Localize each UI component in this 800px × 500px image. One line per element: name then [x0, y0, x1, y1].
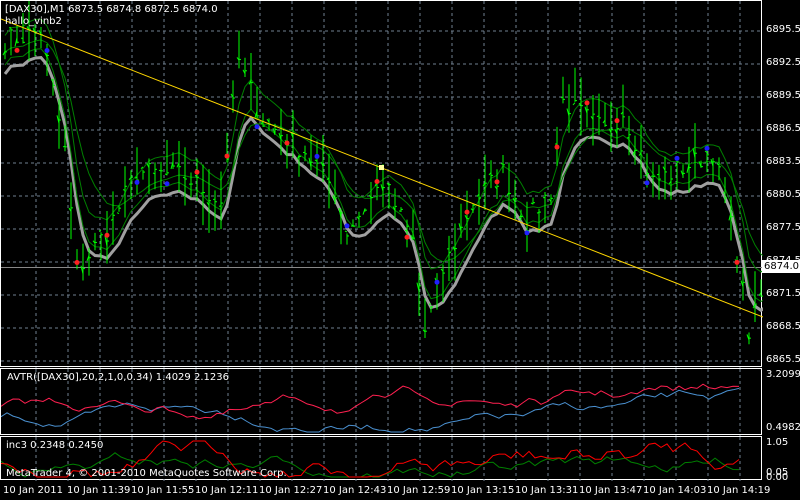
signal-dot: [614, 118, 620, 124]
price-tick: 6883.5: [766, 156, 800, 167]
signal-dot: [104, 232, 110, 238]
time-tick: 10 Jan 2011: [3, 485, 63, 496]
symbol-ohlc: [DAX30],M1 6873.5 6874.8 6872.5 6874.0: [5, 4, 218, 15]
main-chart[interactable]: [DAX30],M1 6873.5 6874.8 6872.5 6874.0 h…: [0, 0, 763, 368]
trendline-handle: [379, 165, 384, 170]
bar-open-tick: [722, 191, 726, 194]
signal-dot: [584, 100, 590, 106]
inc3-axis-max: 1.05: [766, 437, 789, 448]
price-tick: 6871.5: [766, 288, 800, 299]
inc3-axis-min: 0.00: [766, 472, 789, 483]
bar-open-tick: [344, 230, 348, 233]
signal-dot: [344, 223, 350, 229]
moving-average-slow: [4, 39, 763, 263]
signal-dot: [224, 153, 230, 159]
signal-dot: [524, 230, 530, 236]
avtr-subwindow[interactable]: AVTR([DAX30],20,2,1,0,0.34) 1.4029 2.123…: [0, 368, 762, 436]
signal-dot: [44, 47, 50, 53]
time-tick: 10 Jan 11:39: [67, 485, 131, 496]
time-tick: 10 Jan 12:43: [323, 485, 387, 496]
time-tick: 10 Jan 14:19: [707, 485, 771, 496]
price-chart-canvas: [1, 1, 763, 368]
current-price-label: 6874.0: [762, 260, 800, 273]
avtr-label: AVTR([DAX30],20,2,1,0,0.34) 1.4029 2.123…: [7, 372, 229, 383]
bar-open-tick: [572, 102, 576, 106]
bar-open-tick: [362, 208, 366, 215]
bar-open-tick: [500, 163, 504, 165]
signal-dot: [374, 178, 380, 184]
signal-dot: [194, 169, 200, 175]
price-tick: 6886.5: [766, 123, 800, 134]
time-tick: 10 Jan 13:47: [579, 485, 643, 496]
price-tick: 6895.5: [766, 24, 800, 35]
signal-dot: [164, 181, 170, 187]
price-tick: 6880.5: [766, 189, 800, 200]
time-tick: 10 Jan 13:31: [515, 485, 579, 496]
bar-open-tick: [536, 212, 540, 214]
avtr-axis-max: 3.2099: [766, 369, 800, 380]
price-tick: 6868.5: [766, 321, 800, 332]
signal-dot: [494, 179, 500, 185]
avtr-line-blue: [1, 387, 740, 433]
bar-open-tick: [656, 173, 660, 176]
signal-dot: [14, 47, 20, 53]
signal-dot: [674, 155, 680, 161]
avtr-line-red: [1, 383, 740, 420]
time-tick: 10 Jan 12:59: [387, 485, 451, 496]
signal-dot: [644, 180, 650, 186]
price-tick: 6865.5: [766, 354, 800, 365]
time-tick: 10 Jan 14:03: [643, 485, 707, 496]
indicator-name: hallo_vinb2: [5, 16, 62, 27]
signal-dot: [314, 153, 320, 159]
bar-open-tick: [122, 189, 126, 191]
signal-dot: [734, 259, 740, 265]
bar-open-tick: [200, 192, 204, 194]
inc3-subwindow[interactable]: inc3 0.2348 0.2450 MetaTrader 4, © 2001-…: [0, 436, 762, 481]
time-tick: 10 Jan 11:55: [131, 485, 195, 496]
avtr-axis-min: 0.4982: [766, 422, 800, 433]
price-tick: 6892.5: [766, 57, 800, 68]
bar-open-tick: [116, 212, 120, 215]
bar-open-tick: [98, 229, 102, 232]
signal-dot: [464, 209, 470, 215]
signal-dot: [254, 124, 260, 130]
time-tick: 10 Jan 13:15: [451, 485, 515, 496]
copyright: MetaTrader 4, © 2001-2010 MetaQuotes Sof…: [6, 468, 287, 479]
inc3-label: inc3 0.2348 0.2450: [6, 440, 104, 451]
signal-dot: [404, 234, 410, 240]
signal-dot: [74, 259, 80, 265]
signal-dot: [554, 144, 560, 150]
price-tick: 6877.5: [766, 222, 800, 233]
signal-dot: [134, 179, 140, 185]
time-tick: 10 Jan 12:11: [195, 485, 259, 496]
time-tick: 10 Jan 12:27: [259, 485, 323, 496]
price-tick: 6889.5: [766, 90, 800, 101]
signal-dot: [284, 140, 290, 146]
signal-dot: [704, 145, 710, 151]
signal-dot: [434, 279, 440, 285]
bar-open-tick: [62, 145, 66, 148]
